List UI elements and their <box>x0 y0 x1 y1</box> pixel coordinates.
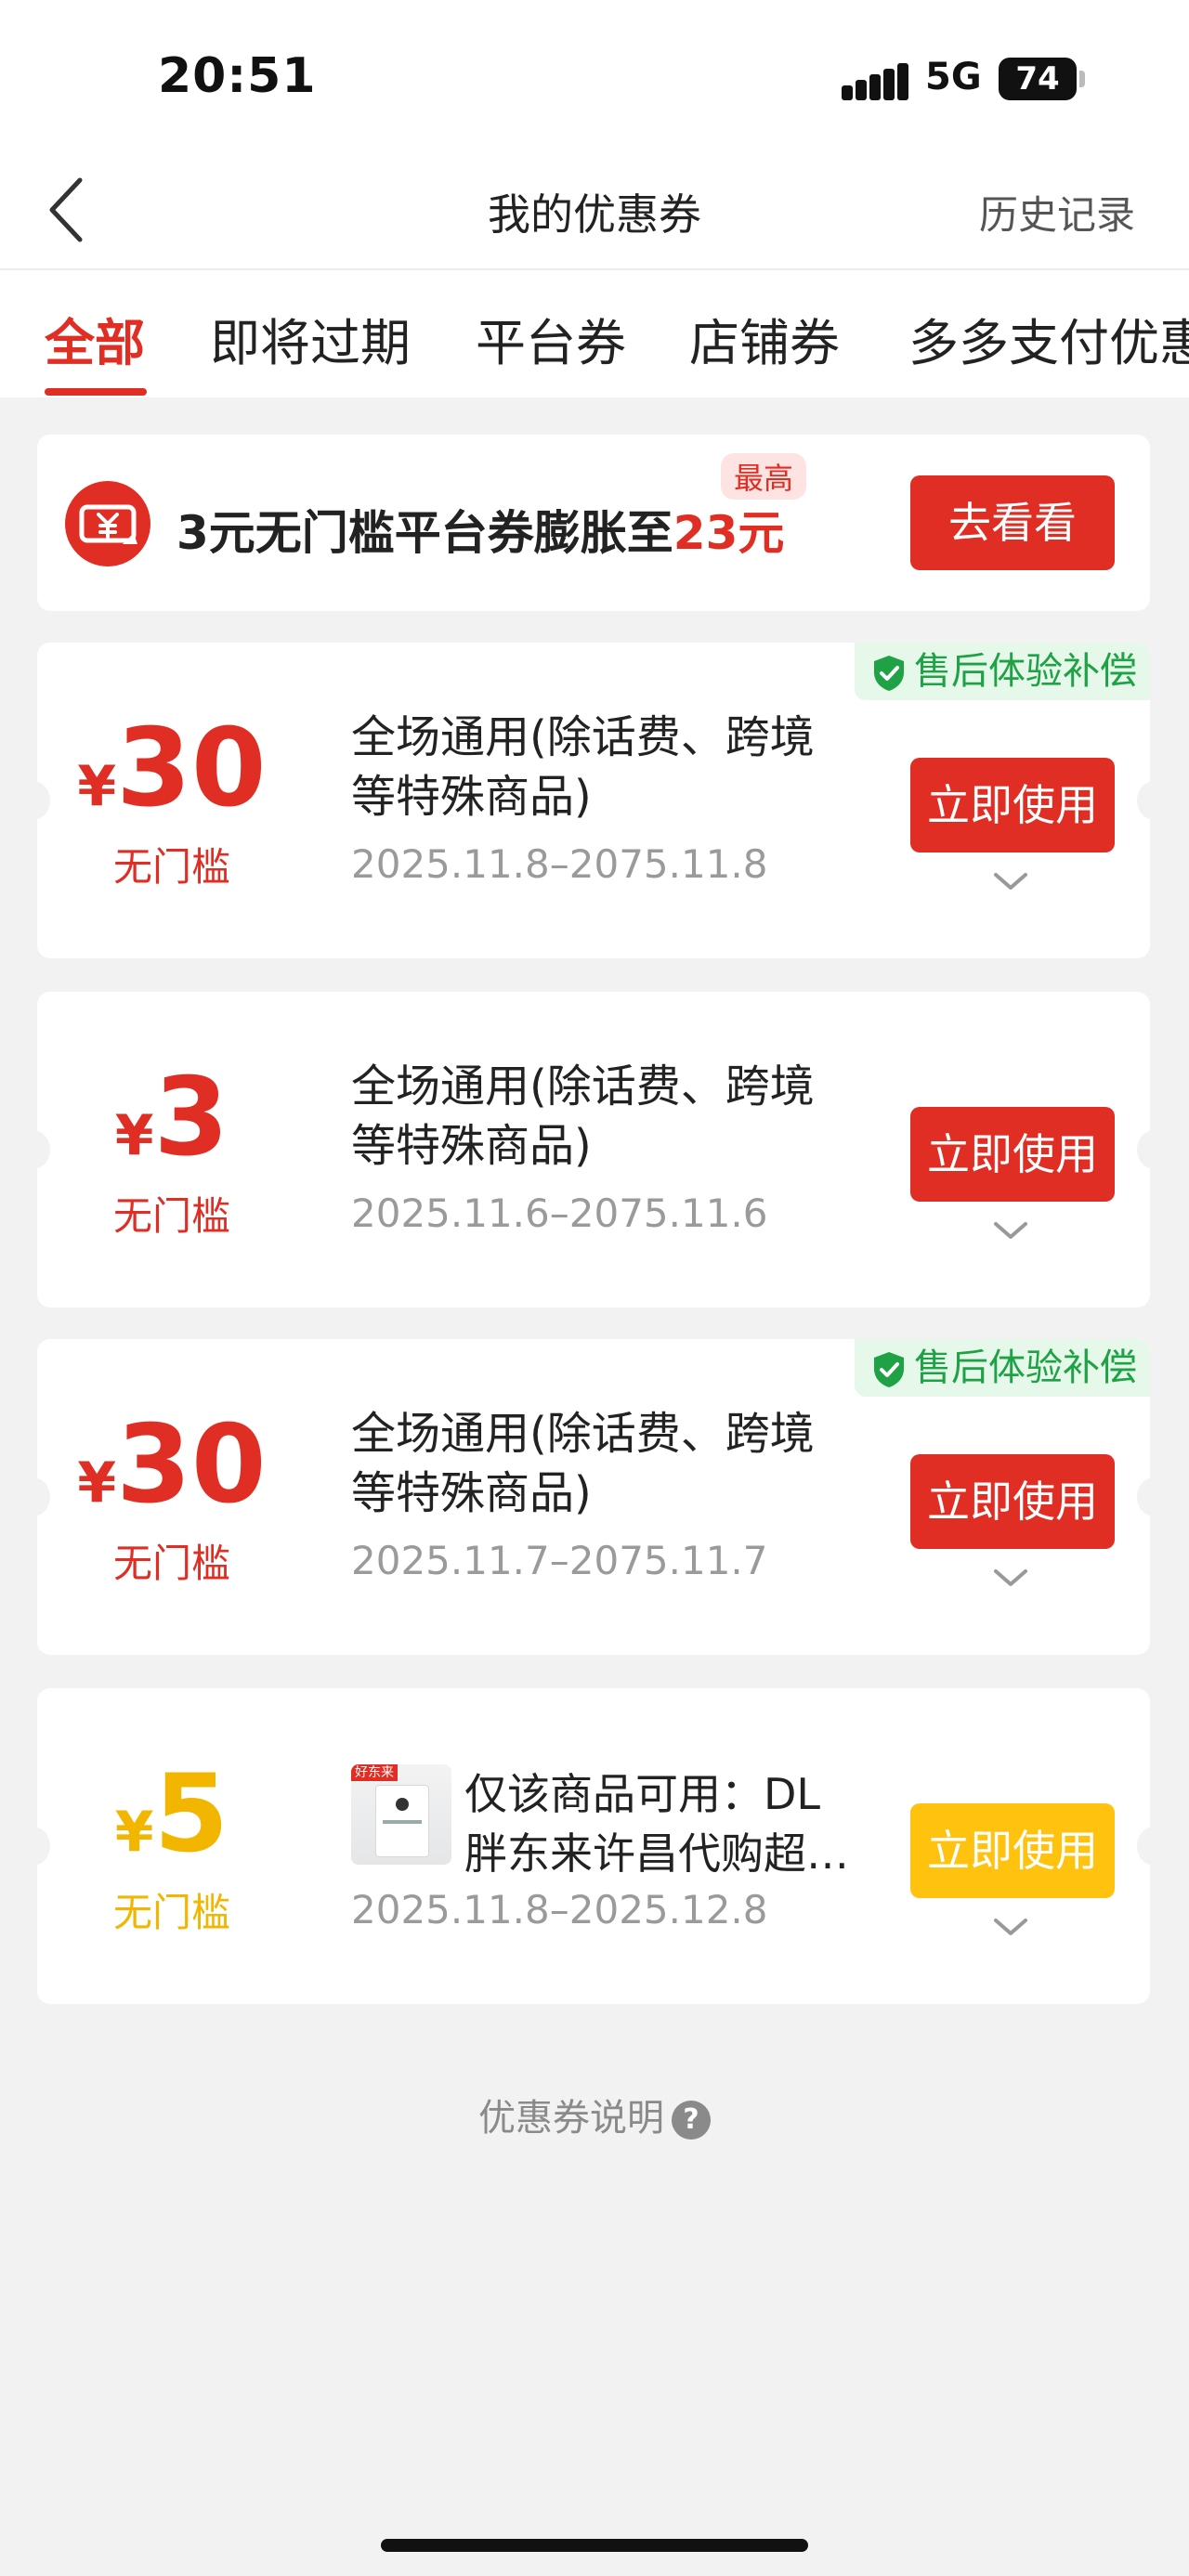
after-sales-badge: 售后体验补偿 <box>855 643 1150 700</box>
history-link[interactable]: 历史记录 <box>979 184 1135 241</box>
product-label <box>383 1820 422 1824</box>
coupon-validity: 2025.11.7–2075.11.7 <box>351 1538 768 1583</box>
coupon-amount: ¥5 <box>114 1751 229 1877</box>
use-now-button[interactable]: 立即使用 <box>910 1107 1115 1202</box>
ticket-notch <box>1137 1478 1150 1516</box>
coupon-threshold: 无门槛 <box>112 1541 230 1586</box>
thumbnail-tag: 好东来 <box>351 1764 398 1781</box>
go-see-button[interactable]: 去看看 <box>910 475 1115 570</box>
tab-expiring[interactable]: 即将过期 <box>210 302 411 375</box>
use-now-button[interactable]: 立即使用 <box>910 758 1115 852</box>
ticket-notch <box>1137 1828 1150 1865</box>
nav-divider <box>0 268 1189 270</box>
coupon-yuan-icon <box>63 479 152 568</box>
coupon-description: 全场通用(除话费、跨境等特殊商品) <box>351 1408 815 1519</box>
status-time: 20:51 <box>158 48 317 104</box>
network-type: 5G <box>925 56 982 98</box>
coupon-amount: ¥30 <box>77 1402 267 1528</box>
coupon-amount: ¥3 <box>114 1055 229 1180</box>
ticket-notch <box>1137 782 1150 819</box>
battery-cap <box>1079 71 1085 87</box>
coupon-card: 售后体验补偿 ¥30 无门槛 全场通用(除话费、跨境等特殊商品) 2025.11… <box>37 643 1150 958</box>
battery-icon: 74 <box>999 58 1077 100</box>
coupon-card: ¥3 无门槛 全场通用(除话费、跨境等特殊商品) 2025.11.6–2075.… <box>37 992 1150 1308</box>
explanation-label: 优惠券说明 <box>478 2097 664 2140</box>
coupon-card: ¥5 无门槛 好东来 仅该商品可用：DL 胖东来许昌代购超… 2025.11.8… <box>37 1688 1150 2004</box>
help-icon: ? <box>672 2101 711 2140</box>
product-logo <box>396 1798 409 1811</box>
coupon-threshold: 无门槛 <box>112 1193 230 1239</box>
home-indicator[interactable] <box>381 2539 808 2552</box>
promo-max-tag: 最高 <box>721 453 807 500</box>
use-now-button[interactable]: 立即使用 <box>910 1454 1115 1549</box>
tab-active-indicator <box>45 388 147 396</box>
tab-store[interactable]: 店铺券 <box>689 302 840 375</box>
coupon-card: 售后体验补偿 ¥30 无门槛 全场通用(除话费、跨境等特殊商品) 2025.11… <box>37 1339 1150 1655</box>
chevron-down-icon[interactable] <box>992 1917 1029 1939</box>
chevron-down-icon[interactable] <box>992 871 1029 893</box>
coupon-explanation-link[interactable]: 优惠券说明? <box>0 2088 1189 2141</box>
promo-card[interactable]: 3元无门槛平台券膨胀至23元 最高 去看看 <box>37 435 1150 611</box>
coupon-validity: 2025.11.8–2075.11.8 <box>351 841 768 887</box>
after-sales-badge: 售后体验补偿 <box>855 1339 1150 1397</box>
coupon-threshold: 无门槛 <box>112 844 230 890</box>
product-thumbnail[interactable]: 好东来 <box>351 1764 451 1865</box>
tab-duoduo-pay[interactable]: 多多支付优惠 <box>908 302 1189 375</box>
tab-all[interactable]: 全部 <box>45 302 145 375</box>
promo-highlight: 23元 <box>673 506 785 560</box>
shield-check-icon <box>874 1352 904 1387</box>
promo-text: 3元无门槛平台券膨胀至23元 <box>176 506 785 560</box>
coupon-threshold: 无门槛 <box>112 1890 230 1935</box>
coupon-description: 仅该商品可用：DL 胖东来许昌代购超… <box>464 1769 849 1879</box>
coupon-validity: 2025.11.6–2075.11.6 <box>351 1190 768 1236</box>
coupon-amount: ¥30 <box>77 706 267 831</box>
use-now-button[interactable]: 立即使用 <box>910 1803 1115 1898</box>
coupon-validity: 2025.11.8–2025.12.8 <box>351 1887 768 1932</box>
tab-platform[interactable]: 平台券 <box>476 302 626 375</box>
ticket-notch <box>1137 1131 1150 1168</box>
coupon-description: 全场通用(除话费、跨境等特殊商品) <box>351 1060 815 1172</box>
chevron-down-icon[interactable] <box>992 1568 1029 1590</box>
signal-icon <box>842 61 908 100</box>
coupon-description: 全场通用(除话费、跨境等特殊商品) <box>351 711 815 823</box>
chevron-down-icon[interactable] <box>992 1220 1029 1242</box>
shield-check-icon <box>874 656 904 691</box>
